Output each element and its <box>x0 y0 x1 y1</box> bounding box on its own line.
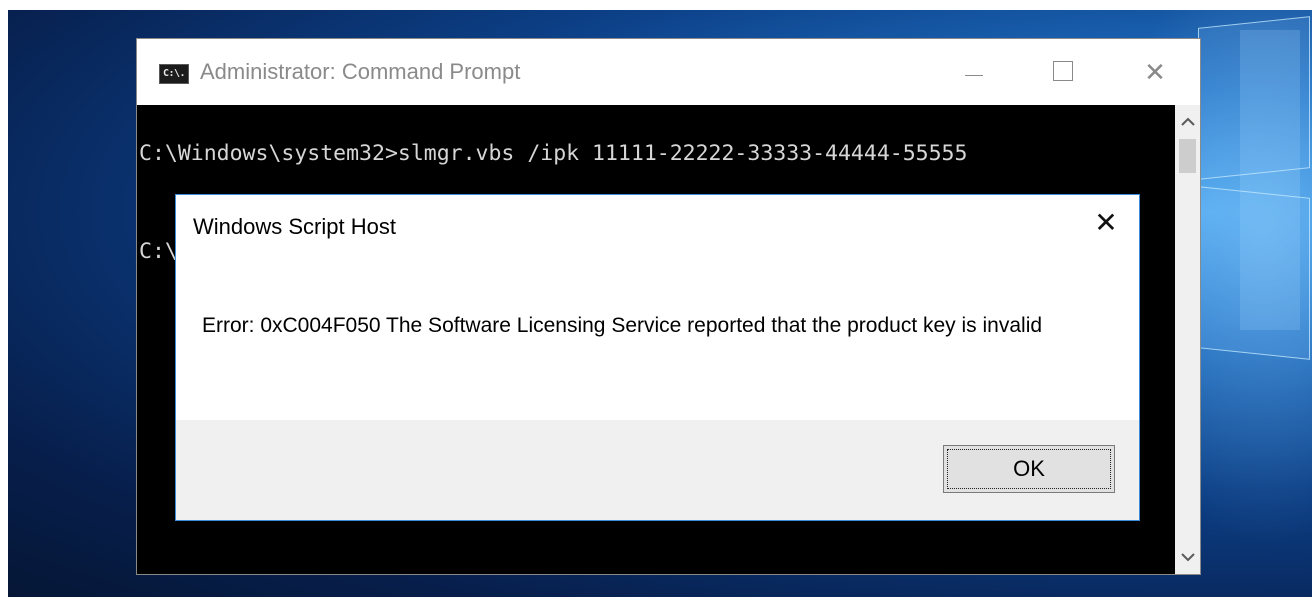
window-title: Administrator: Command Prompt <box>200 59 521 84</box>
dialog-footer: OK <box>176 420 1139 520</box>
frame-top <box>0 0 1312 10</box>
close-icon: ✕ <box>1094 207 1118 238</box>
frame-left <box>0 0 8 605</box>
window-titlebar[interactable]: C:\. Administrator: Command Prompt ✕ <box>137 39 1200 105</box>
error-message: Error: 0xC004F050 The Software Licensing… <box>202 314 1043 337</box>
console-line-command: C:\Windows\system32>slmgr.vbs /ipk 11111… <box>139 141 968 166</box>
maximize-icon <box>1053 61 1073 81</box>
ok-button-label: OK <box>947 449 1111 489</box>
dialog-close-button[interactable]: ✕ <box>1088 205 1124 241</box>
ok-button[interactable]: OK <box>943 445 1115 493</box>
windows-script-host-dialog[interactable]: Windows Script Host ✕ Error: 0xC004F050 … <box>175 194 1140 521</box>
scroll-down-arrow-icon[interactable] <box>1175 544 1200 570</box>
scroll-up-arrow-icon[interactable] <box>1175 109 1200 135</box>
console-line-prompt: C:\ <box>139 239 178 264</box>
maximize-button[interactable] <box>1033 47 1093 97</box>
dialog-title: Windows Script Host <box>193 214 396 239</box>
windows-logo-pane-top <box>1198 16 1310 180</box>
close-icon: ✕ <box>1144 57 1166 87</box>
frame-bottom <box>0 597 1312 605</box>
minimize-button[interactable] <box>943 47 1003 97</box>
windows-logo-pane-bottom <box>1198 186 1310 360</box>
vertical-scrollbar[interactable] <box>1175 105 1200 574</box>
minimize-icon <box>965 75 983 76</box>
close-button[interactable]: ✕ <box>1125 47 1185 97</box>
cmd-app-icon[interactable]: C:\. <box>159 64 189 84</box>
scrollbar-thumb[interactable] <box>1179 139 1196 173</box>
